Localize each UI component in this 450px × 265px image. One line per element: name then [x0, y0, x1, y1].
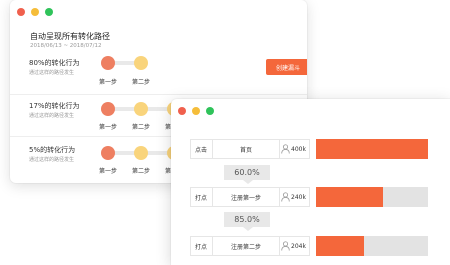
maximize-dot[interactable]: [206, 107, 214, 115]
funnel-step-name: 注册第一步: [230, 194, 261, 202]
step-node[interactable]: [101, 102, 115, 116]
path-subtitle: 通过这样的路径发生: [29, 70, 75, 76]
funnel-action: 打点: [195, 194, 208, 202]
step-node[interactable]: [101, 146, 115, 160]
date-range: 2018/06/13 ~ 2018/07/12: [30, 43, 102, 49]
step-label: 第一步: [98, 168, 118, 175]
maximize-dot[interactable]: [45, 8, 53, 16]
user-icon: [281, 144, 290, 154]
path-subtitle: 通过这样的路径发生: [29, 113, 75, 119]
funnel-count: 204k: [291, 242, 306, 250]
step-node[interactable]: [134, 102, 148, 116]
step-label: 第二步: [131, 168, 151, 175]
funnel-bar-track: [316, 236, 428, 256]
funnel-count-cell: 240k: [281, 188, 306, 206]
close-dot[interactable]: [178, 107, 186, 115]
funnel-step-row[interactable]: 点击 首页 400k: [190, 139, 310, 159]
path-rate: 5%的转化行为: [29, 146, 76, 154]
conversion-rate: 60.0%: [224, 165, 270, 180]
minimize-dot[interactable]: [31, 8, 39, 16]
step-node[interactable]: [101, 56, 115, 70]
step-node[interactable]: [134, 56, 148, 70]
funnel-step-name: 首页: [239, 146, 252, 154]
cell-divider: [279, 237, 280, 255]
cell-divider: [279, 140, 280, 158]
step-label: 第一步: [98, 79, 118, 86]
funnel-bar-track: [316, 139, 428, 159]
funnel-bar-track: [316, 187, 428, 207]
funnel-bar-fill: [316, 139, 428, 159]
funnel-action: 打点: [195, 243, 208, 251]
user-icon: [281, 192, 290, 202]
window-controls: [17, 8, 53, 16]
conversion-arrow: [243, 227, 253, 231]
conversion-arrow: [243, 180, 253, 184]
funnel-count: 240k: [291, 193, 306, 201]
close-dot[interactable]: [17, 8, 25, 16]
cell-divider: [279, 188, 280, 206]
funnel-step-row[interactable]: 打点 注册第一步 240k: [190, 187, 310, 207]
path-subtitle: 通过这样的路径发生: [29, 157, 75, 163]
funnel-step-row[interactable]: 打点 注册第二步 204k: [190, 236, 310, 256]
funnel-count-cell: 400k: [281, 140, 306, 158]
user-icon: [281, 241, 290, 251]
path-row-1[interactable]: 80%的转化行为 通过这样的路径发生 第一步 第二步: [10, 52, 307, 94]
page-title: 自动呈现所有转化路径: [30, 32, 110, 41]
funnel-bar-fill: [316, 236, 365, 256]
funnel-bar-fill: [316, 187, 384, 207]
funnel-window: 点击 首页 400k 60.0% 打点 注册第一步 240k 85.0% 打点 …: [171, 99, 450, 265]
step-label: 第一步: [98, 124, 118, 131]
funnel-count: 400k: [291, 145, 306, 153]
funnel-count-cell: 204k: [281, 237, 306, 255]
step-label: 第二步: [131, 124, 151, 131]
funnel-action: 点击: [195, 146, 208, 154]
path-rate: 80%的转化行为: [29, 59, 80, 67]
step-label: 第二步: [131, 79, 151, 86]
window-controls: [178, 107, 214, 115]
step-node[interactable]: [134, 146, 148, 160]
minimize-dot[interactable]: [192, 107, 200, 115]
funnel-step-name: 注册第二步: [230, 243, 261, 251]
conversion-rate: 85.0%: [224, 212, 270, 227]
path-rate: 17%的转化行为: [29, 102, 80, 110]
